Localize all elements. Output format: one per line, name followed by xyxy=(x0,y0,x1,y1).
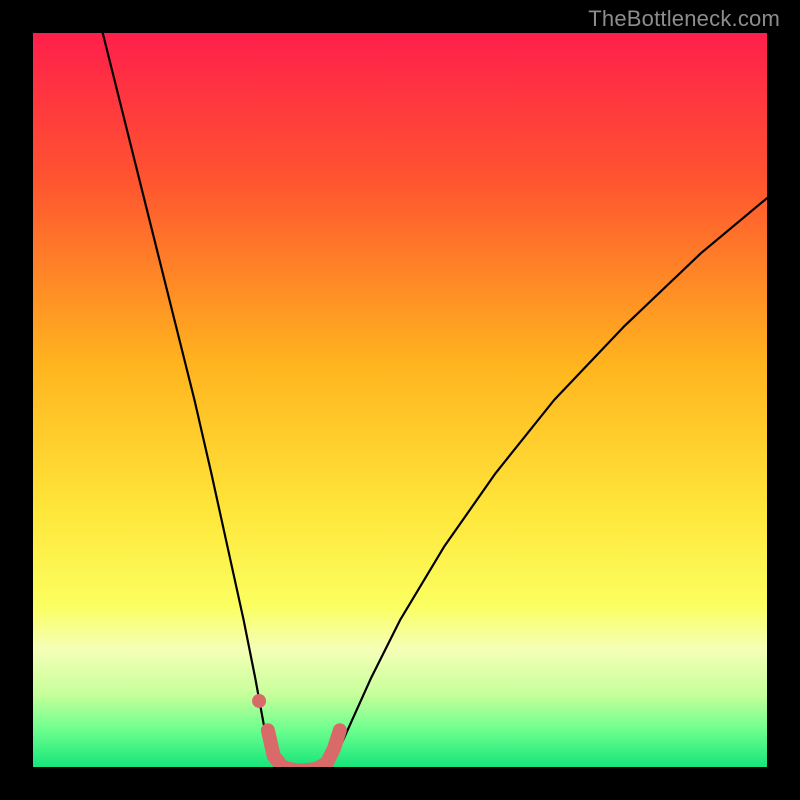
chart-svg xyxy=(33,33,767,767)
chart-background xyxy=(33,33,767,767)
chart-marker-group xyxy=(252,694,266,708)
watermark-text: TheBottleneck.com xyxy=(588,6,780,32)
chart-plot-area xyxy=(33,33,767,767)
valley-start-dot xyxy=(252,694,266,708)
